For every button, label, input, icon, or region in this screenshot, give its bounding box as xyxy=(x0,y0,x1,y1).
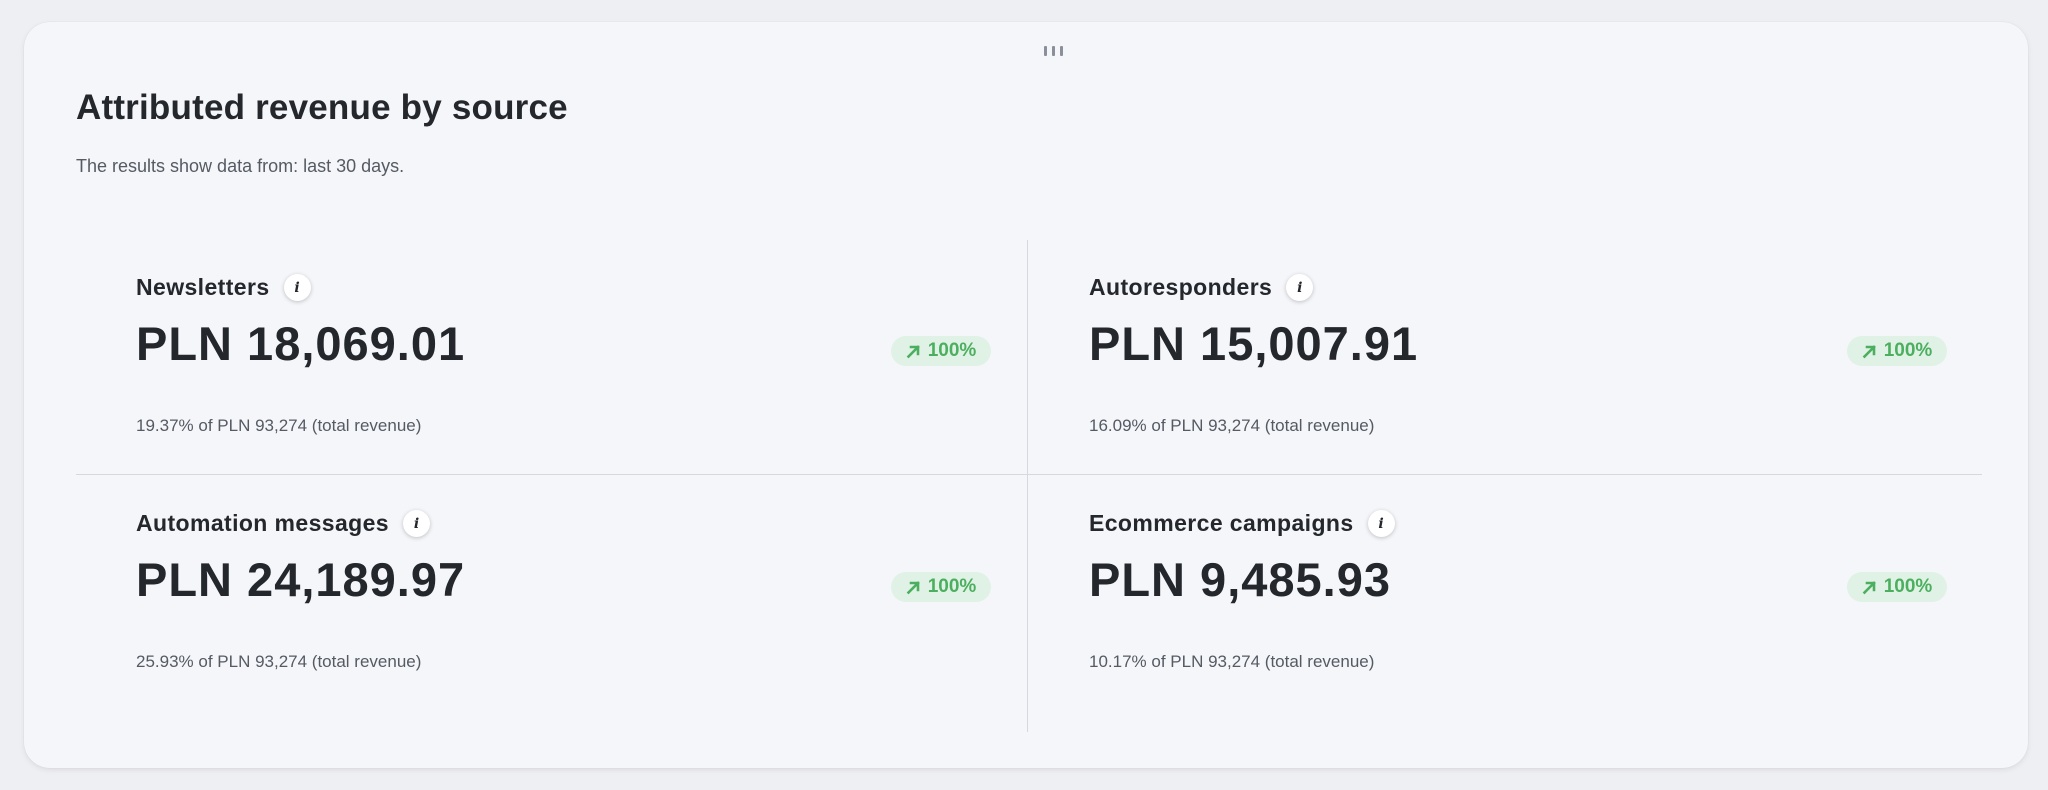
revenue-share-text: 25.93% of PLN 93,274 (total revenue) xyxy=(136,652,422,671)
revenue-value: PLN 24,189.97 xyxy=(136,553,466,606)
info-icon[interactable]: i xyxy=(1286,274,1314,301)
tile-ecommerce-campaigns: Ecommerce campaigns i PLN 9,485.93 100% … xyxy=(1089,510,1989,710)
arrow-up-right-icon xyxy=(906,344,920,358)
tile-name: Ecommerce campaigns xyxy=(1089,510,1354,536)
tile-name: Automation messages xyxy=(136,510,389,536)
tile-newsletters: Newsletters i PLN 18,069.01 100% 19.37% … xyxy=(136,274,1036,474)
trend-value: 100% xyxy=(927,340,977,361)
trend-value: 100% xyxy=(927,576,977,597)
revenue-value: PLN 18,069.01 xyxy=(136,317,466,370)
revenue-by-source-card: Attributed revenue by source The results… xyxy=(24,22,2028,768)
arrow-up-right-icon xyxy=(906,580,920,594)
tile-header: Ecommerce campaigns i xyxy=(1089,510,1395,537)
trend-value: 100% xyxy=(1883,340,1933,361)
tile-header: Autoresponders i xyxy=(1089,274,1314,301)
tile-header: Automation messages i xyxy=(136,510,430,537)
tile-header: Newsletters i xyxy=(136,274,311,301)
tile-automation-messages: Automation messages i PLN 24,189.97 100%… xyxy=(136,510,1036,710)
tile-name: Newsletters xyxy=(136,274,270,300)
info-icon[interactable]: i xyxy=(1367,510,1395,537)
card-title: Attributed revenue by source xyxy=(76,88,568,127)
trend-badge: 100% xyxy=(1847,572,1947,602)
card-subtitle: The results show data from: last 30 days… xyxy=(76,156,405,176)
revenue-value: PLN 9,485.93 xyxy=(1089,553,1392,606)
revenue-value: PLN 15,007.91 xyxy=(1089,317,1419,370)
trend-badge: 100% xyxy=(891,336,991,366)
tile-autoresponders: Autoresponders i PLN 15,007.91 100% 16.0… xyxy=(1089,274,1989,474)
trend-badge: 100% xyxy=(1847,336,1947,366)
revenue-share-text: 16.09% of PLN 93,274 (total revenue) xyxy=(1089,416,1375,435)
tile-name: Autoresponders xyxy=(1089,274,1273,300)
info-icon[interactable]: i xyxy=(283,274,311,301)
arrow-up-right-icon xyxy=(1862,580,1876,594)
trend-value: 100% xyxy=(1883,576,1933,597)
revenue-share-text: 10.17% of PLN 93,274 (total revenue) xyxy=(1089,652,1375,671)
arrow-up-right-icon xyxy=(1862,344,1876,358)
info-icon[interactable]: i xyxy=(403,510,430,537)
revenue-share-text: 19.37% of PLN 93,274 (total revenue) xyxy=(136,416,422,435)
drag-handle-icon[interactable] xyxy=(1043,46,1063,58)
horizontal-divider xyxy=(76,474,1982,475)
trend-badge: 100% xyxy=(891,572,991,602)
